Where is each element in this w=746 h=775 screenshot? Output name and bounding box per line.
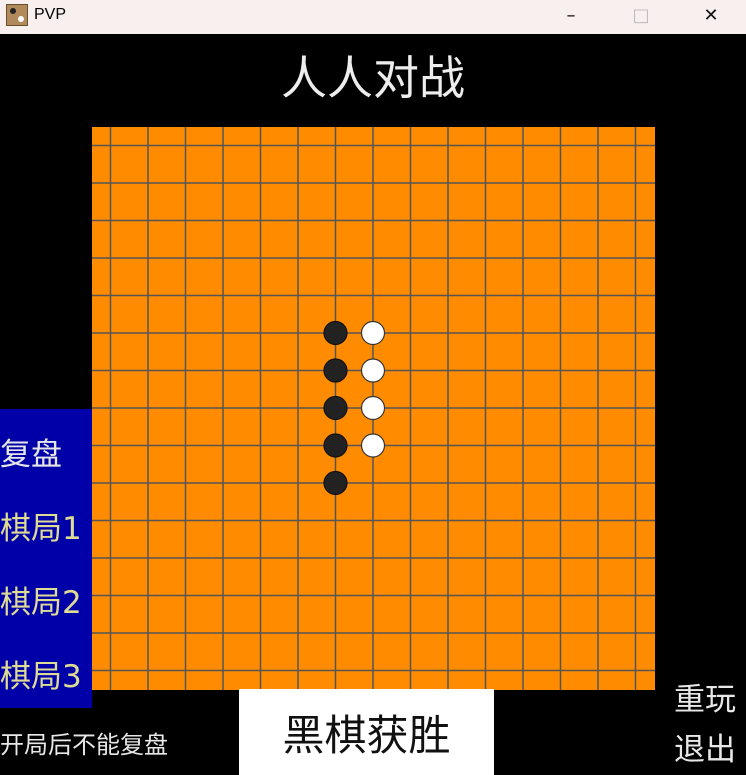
white-stone — [360, 395, 386, 421]
game-result-status: 黑棋获胜 — [239, 689, 494, 775]
white-stone — [360, 358, 386, 383]
maximize-button[interactable]: □ — [618, 0, 664, 30]
black-stone — [323, 470, 348, 496]
game-record-2[interactable]: 棋局2 — [0, 583, 82, 623]
game-record-3[interactable]: 棋局3 — [0, 657, 82, 697]
black-stone — [323, 320, 348, 346]
black-stone — [323, 433, 348, 458]
game-mode-heading: 人人对战 — [281, 51, 465, 105]
window-title: PVP — [34, 6, 67, 23]
white-stone — [360, 433, 386, 458]
replay-sidebar: 复盘 棋局1 棋局2 棋局3 — [0, 409, 92, 708]
window-titlebar: PVP – □ ✕ — [0, 0, 746, 34]
minimize-button[interactable]: – — [548, 0, 594, 30]
white-stone — [360, 320, 386, 346]
board-grid — [92, 127, 655, 690]
replay-hint-text: 开局后不能复盘 — [0, 731, 168, 759]
close-button[interactable]: ✕ — [688, 0, 734, 30]
quit-button[interactable]: 退出 — [674, 730, 736, 770]
game-record-1[interactable]: 棋局1 — [0, 509, 82, 549]
black-stone — [323, 395, 348, 421]
black-stone — [323, 358, 348, 383]
replay-game-button[interactable]: 重玩 — [674, 680, 736, 720]
app-icon — [6, 4, 28, 26]
gomoku-board[interactable] — [92, 127, 655, 690]
replay-button[interactable]: 复盘 — [0, 435, 62, 475]
